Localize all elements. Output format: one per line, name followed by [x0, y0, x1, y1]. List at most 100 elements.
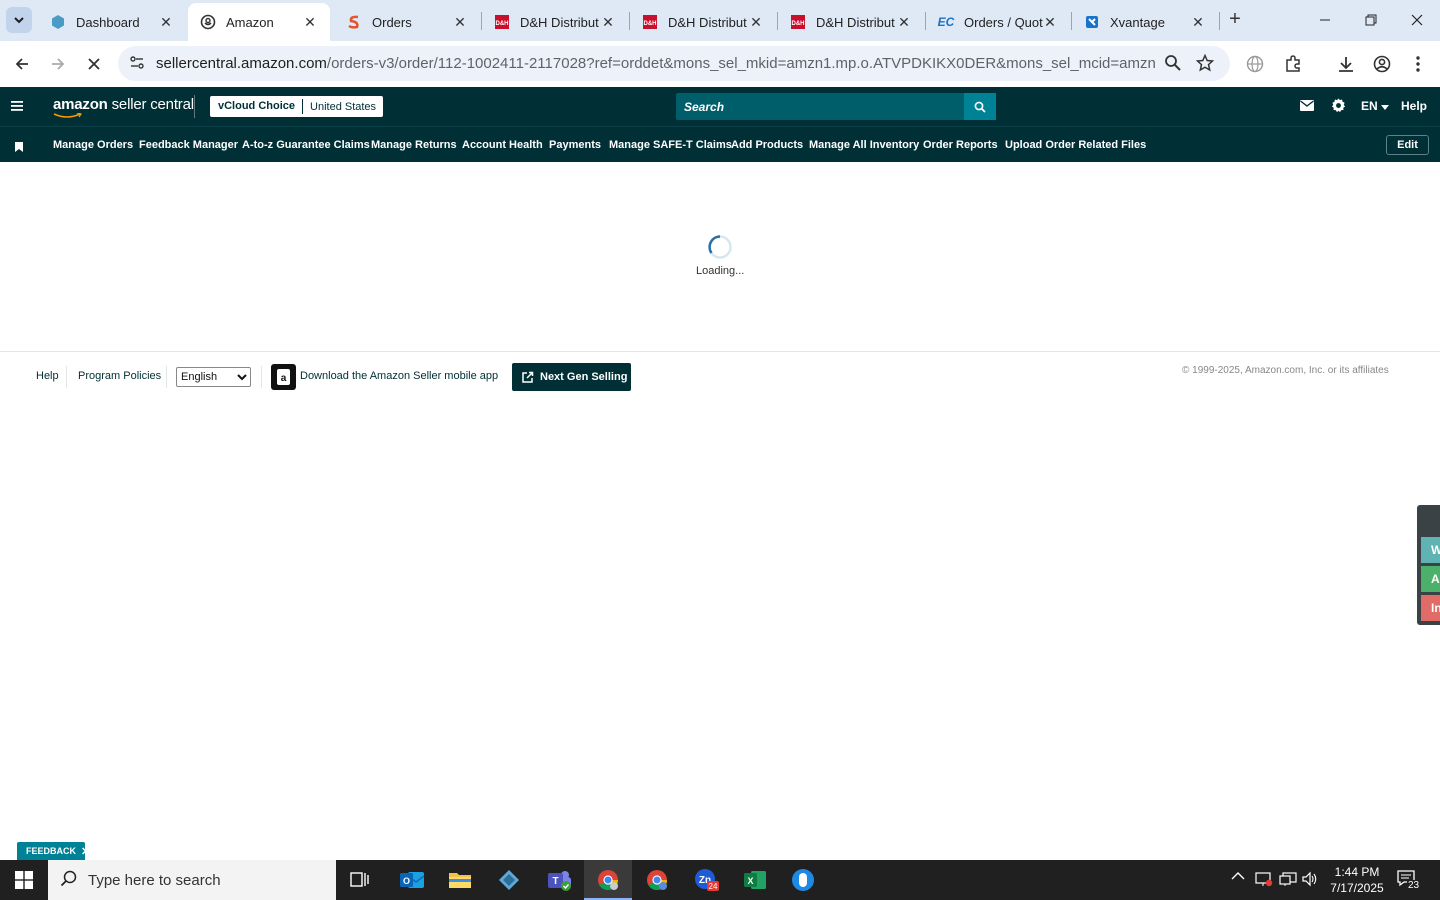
- close-icon[interactable]: ✕: [748, 14, 764, 30]
- site-info-icon[interactable]: [128, 54, 146, 72]
- close-icon[interactable]: ✕: [1042, 14, 1058, 30]
- bookmark-account-health[interactable]: Account Health: [462, 139, 543, 151]
- taskbar-teams[interactable]: T: [535, 860, 583, 900]
- tray-expand-icon[interactable]: [1231, 871, 1245, 881]
- taskbar-app-diamond[interactable]: [485, 860, 533, 900]
- taskbar-search[interactable]: Type here to search: [48, 860, 336, 900]
- close-icon[interactable]: ✕: [896, 14, 912, 30]
- tab-dh-1[interactable]: D&H D&H Distribut ✕: [482, 3, 628, 41]
- clock-time: 1:44 PM: [1334, 865, 1380, 879]
- footer-help-link[interactable]: Help: [36, 370, 59, 382]
- arrow-right-icon: [52, 58, 65, 70]
- tab-dh-3[interactable]: D&H D&H Distribut ✕: [778, 3, 924, 41]
- outlook-icon: O: [400, 872, 425, 888]
- blue-app-icon: [792, 869, 814, 891]
- feedback-tab[interactable]: FEEDBACK ✕: [17, 842, 90, 860]
- taskbar-chrome-active[interactable]: [584, 860, 632, 900]
- tab-dh-2[interactable]: D&H D&H Distribut ✕: [630, 3, 776, 41]
- swirl-icon: [346, 14, 362, 30]
- minimize-button[interactable]: [1310, 6, 1340, 34]
- close-icon[interactable]: ✕: [1190, 14, 1206, 30]
- tab-amazon[interactable]: Amazon ✕: [188, 3, 330, 41]
- gear-icon[interactable]: [1331, 98, 1346, 113]
- mail-icon[interactable]: [1300, 100, 1314, 111]
- close-icon[interactable]: ✕: [452, 14, 468, 30]
- profile-icon[interactable]: [1371, 53, 1393, 75]
- bookmark-icon[interactable]: [15, 139, 23, 157]
- hamburger-menu-icon[interactable]: [10, 99, 26, 118]
- taskbar-zoom[interactable]: Zn 24: [682, 860, 730, 900]
- header-divider: [194, 95, 195, 118]
- close-icon[interactable]: ✕: [302, 14, 318, 30]
- zoom-icon[interactable]: [1164, 54, 1182, 77]
- store-name: vCloud Choice: [210, 99, 304, 114]
- help-link[interactable]: Help: [1401, 99, 1427, 113]
- edit-bookmarks-button[interactable]: Edit: [1386, 135, 1429, 155]
- network-icon[interactable]: [1279, 871, 1297, 887]
- forward-button[interactable]: [44, 50, 72, 78]
- tab-search-button[interactable]: [6, 7, 32, 33]
- side-widget-button-w[interactable]: W: [1421, 537, 1440, 563]
- ec-icon: EC: [937, 15, 955, 29]
- volume-icon[interactable]: [1301, 871, 1319, 887]
- bookmark-manage-inventory[interactable]: Manage All Inventory: [809, 139, 919, 151]
- back-button[interactable]: [8, 50, 36, 78]
- notification-center[interactable]: 23: [1396, 868, 1421, 893]
- svg-text:D&H: D&H: [496, 21, 509, 27]
- start-button[interactable]: [0, 860, 48, 900]
- bookmark-manage-orders[interactable]: Manage Orders: [53, 139, 133, 151]
- close-icon[interactable]: ✕: [600, 14, 616, 30]
- taskbar-file-explorer[interactable]: [436, 860, 484, 900]
- tab-orders-quotes[interactable]: EC Orders / Quot ✕: [926, 3, 1070, 41]
- tab-xvantage[interactable]: Xvantage ✕: [1072, 3, 1218, 41]
- search-input[interactable]: [676, 93, 964, 120]
- taskbar-chrome-2[interactable]: [633, 860, 681, 900]
- language-selector[interactable]: EN: [1361, 99, 1390, 113]
- arrow-left-icon: [15, 58, 28, 70]
- tab-dashboard[interactable]: Dashboard ✕: [38, 3, 186, 41]
- search-button[interactable]: [964, 93, 996, 120]
- tray-security-icon[interactable]: [1255, 871, 1273, 887]
- logo-product: seller central: [111, 96, 194, 113]
- bookmark-manage-returns[interactable]: Manage Returns: [371, 139, 457, 151]
- task-view-button[interactable]: [336, 860, 384, 900]
- bookmark-upload-order-files[interactable]: Upload Order Related Files: [1005, 139, 1146, 151]
- close-icon[interactable]: ✕: [81, 845, 90, 858]
- store-selector[interactable]: vCloud Choice United States: [210, 96, 384, 117]
- seller-central-logo[interactable]: amazon seller central: [53, 96, 194, 118]
- address-bar[interactable]: sellercentral.amazon.com/orders-v3/order…: [118, 46, 1230, 81]
- bookmark-payments[interactable]: Payments: [549, 139, 601, 151]
- bookmark-safe-t-claims[interactable]: Manage SAFE-T Claims: [609, 139, 732, 151]
- taskbar-outlook[interactable]: O: [388, 860, 436, 900]
- tab-orders[interactable]: Orders ✕: [334, 3, 480, 41]
- new-tab-button[interactable]: +: [1224, 8, 1246, 30]
- download-icon[interactable]: [1335, 53, 1357, 75]
- stop-button[interactable]: [80, 50, 108, 78]
- translate-icon[interactable]: [1244, 53, 1266, 75]
- svg-text:X: X: [747, 876, 753, 886]
- seller-central-header: amazon seller central vCloud Choice Unit…: [0, 87, 1440, 126]
- bookmark-feedback-manager[interactable]: Feedback Manager: [139, 139, 238, 151]
- bookmark-a-to-z-claims[interactable]: A-to-z Guarantee Claims: [242, 139, 370, 151]
- next-gen-selling-button[interactable]: Next Gen Selling: [512, 363, 631, 391]
- bookmark-star-icon[interactable]: [1195, 53, 1215, 77]
- bookmark-add-products[interactable]: Add Products: [731, 139, 803, 151]
- side-widget-button-in[interactable]: In: [1421, 595, 1440, 621]
- close-icon[interactable]: ✕: [158, 14, 174, 30]
- bookmark-order-reports[interactable]: Order Reports: [923, 139, 998, 151]
- footer-program-policies-link[interactable]: Program Policies: [78, 370, 161, 382]
- url-text[interactable]: sellercentral.amazon.com/orders-v3/order…: [156, 55, 1156, 72]
- svg-text:D&H: D&H: [644, 21, 657, 27]
- taskbar-app-blue[interactable]: [779, 860, 827, 900]
- restore-button[interactable]: [1356, 6, 1386, 34]
- taskbar-clock[interactable]: 1:44 PM 7/17/2025: [1326, 864, 1388, 896]
- close-window-button[interactable]: [1402, 6, 1432, 34]
- menu-dots-icon[interactable]: [1407, 53, 1429, 75]
- footer-language-select[interactable]: English: [176, 367, 251, 387]
- extensions-icon[interactable]: [1282, 53, 1304, 75]
- taskbar-excel[interactable]: X: [731, 860, 779, 900]
- footer-download-app-link[interactable]: Download the Amazon Seller mobile app: [300, 370, 498, 382]
- amazon-app-icon[interactable]: a: [271, 364, 296, 390]
- side-widget-button-a[interactable]: A: [1421, 566, 1440, 592]
- search-icon: [974, 101, 986, 113]
